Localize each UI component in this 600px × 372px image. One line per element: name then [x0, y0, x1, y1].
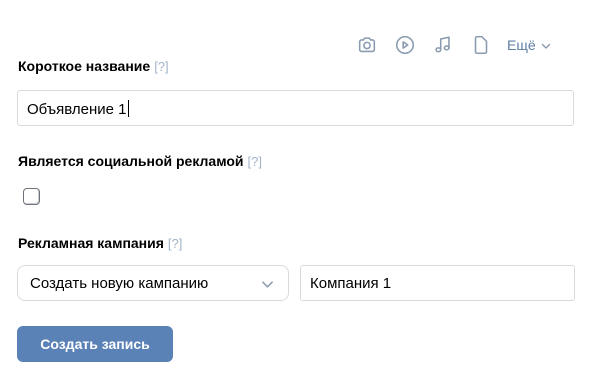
more-label: Ещё	[507, 37, 536, 53]
camera-icon[interactable]	[354, 32, 380, 58]
music-icon[interactable]	[430, 32, 456, 58]
campaign-hint[interactable]: [?]	[168, 236, 182, 251]
social-ad-label-text: Является социальной рекламой	[18, 153, 244, 169]
document-icon[interactable]	[468, 32, 494, 58]
social-ad-label: Является социальной рекламой [?]	[18, 153, 262, 169]
campaign-label-text: Рекламная кампания	[18, 235, 164, 251]
ad-post-form: Ещё Короткое название [?] Объявление 1 Яв…	[0, 0, 600, 372]
create-post-button[interactable]: Создать запись	[17, 326, 173, 362]
chevron-down-icon	[262, 281, 273, 288]
social-ad-hint[interactable]: [?]	[248, 154, 262, 169]
short-name-value: Объявление 1	[27, 100, 129, 118]
short-name-input[interactable]: Объявление 1	[17, 90, 574, 126]
campaign-label: Рекламная кампания [?]	[18, 235, 182, 251]
campaign-select[interactable]: Создать новую кампанию	[17, 265, 289, 301]
social-ad-checkbox[interactable]	[23, 188, 40, 205]
campaign-name-input[interactable]: Компания 1	[300, 265, 575, 301]
campaign-select-value: Создать новую кампанию	[30, 274, 209, 292]
chevron-down-icon	[541, 43, 550, 49]
campaign-name-value: Компания 1	[310, 275, 392, 292]
text-caret	[127, 100, 129, 117]
short-name-hint[interactable]: [?]	[154, 59, 168, 74]
attachments-toolbar: Ещё	[354, 32, 551, 58]
short-name-label-text: Короткое название	[18, 58, 151, 74]
video-icon[interactable]	[392, 32, 418, 58]
short-name-label: Короткое название [?]	[18, 58, 169, 74]
more-attachments-button[interactable]: Ещё	[507, 37, 551, 53]
